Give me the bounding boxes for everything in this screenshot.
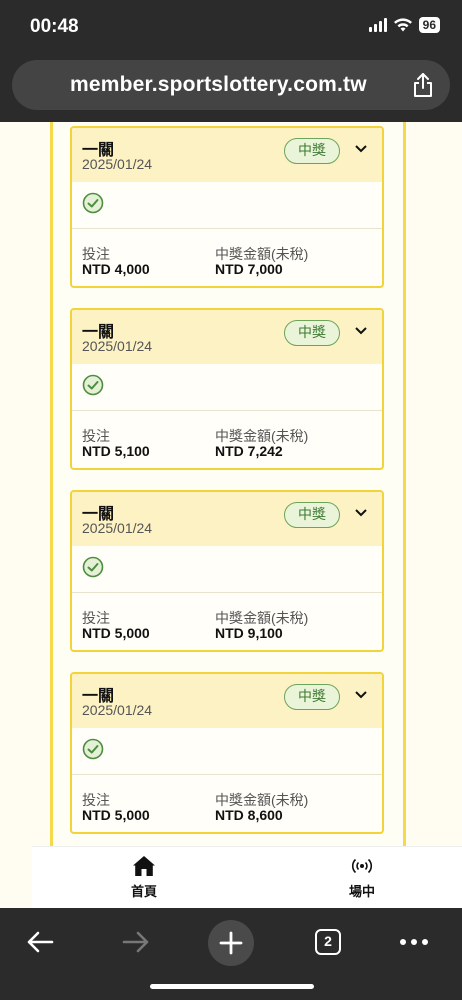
- url-text[interactable]: member.sportslottery.com.tw: [70, 73, 367, 97]
- stake-value: NTD 5,100: [82, 443, 150, 459]
- check-circle-icon: [82, 556, 104, 578]
- wifi-icon: [393, 18, 412, 32]
- address-bar[interactable]: member.sportslottery.com.tw: [12, 60, 450, 110]
- plus-icon: [219, 931, 243, 955]
- nav-home[interactable]: 首頁: [114, 855, 174, 900]
- bet-card[interactable]: 一關 2025/01/24 中獎 投注 NTD 5,000 中獎金額(未稅) N…: [70, 490, 384, 652]
- broadcast-icon: [351, 858, 373, 874]
- home-icon: [133, 856, 155, 876]
- page-content: 一關 2025/01/24 中獎 投注 NTD 4,000 中獎金額(未稅) N…: [0, 122, 462, 908]
- nav-home-label: 首頁: [130, 884, 157, 899]
- bet-card[interactable]: 一關 2025/01/24 中獎 投注 NTD 4,000 中獎金額(未稅) N…: [70, 126, 384, 288]
- win-status-badge: 中獎: [284, 138, 340, 164]
- bet-card-header[interactable]: 一關 2025/01/24 中獎: [72, 310, 382, 364]
- status-bar: 00:48 96: [0, 0, 462, 56]
- back-arrow-icon: [27, 931, 54, 953]
- stake-value: NTD 5,000: [82, 807, 150, 823]
- check-circle-icon: [82, 738, 104, 760]
- divider: [72, 410, 382, 411]
- divider: [72, 592, 382, 593]
- status-time: 00:48: [30, 16, 79, 37]
- back-button[interactable]: [18, 920, 62, 964]
- chevron-down-icon[interactable]: [354, 508, 368, 518]
- signal-icon: [368, 18, 387, 32]
- stake-value: NTD 5,000: [82, 625, 150, 641]
- bet-date: 2025/01/24: [82, 702, 153, 718]
- payout-value: NTD 7,242: [215, 443, 283, 459]
- win-status-badge: 中獎: [284, 502, 340, 528]
- divider: [72, 228, 382, 229]
- check-circle-icon: [82, 192, 104, 214]
- bet-date: 2025/01/24: [82, 338, 153, 354]
- bet-card-header[interactable]: 一關 2025/01/24 中獎: [72, 492, 382, 546]
- bet-card[interactable]: 一關 2025/01/24 中獎 投注 NTD 5,000 中獎金額(未稅) N…: [70, 672, 384, 834]
- chevron-down-icon[interactable]: [354, 326, 368, 336]
- divider: [72, 774, 382, 775]
- payout-value: NTD 8,600: [215, 807, 283, 823]
- payout-value: NTD 9,100: [215, 625, 283, 641]
- bet-card-header[interactable]: 一關 2025/01/24 中獎: [72, 128, 382, 182]
- chevron-down-icon[interactable]: [354, 690, 368, 700]
- bet-date: 2025/01/24: [82, 520, 153, 536]
- battery-indicator: 96: [418, 17, 440, 33]
- check-circle-icon: [82, 374, 104, 396]
- forward-arrow-icon: [122, 931, 149, 953]
- win-status-badge: 中獎: [284, 684, 340, 710]
- address-bar-area: member.sportslottery.com.tw: [0, 56, 462, 122]
- payout-value: NTD 7,000: [215, 261, 283, 277]
- tabs-button[interactable]: 2: [306, 920, 350, 964]
- more-icon: [400, 939, 428, 945]
- status-icons: 96: [368, 17, 440, 33]
- home-indicator: [150, 984, 314, 989]
- new-tab-button[interactable]: [208, 920, 254, 966]
- stake-value: NTD 4,000: [82, 261, 150, 277]
- chevron-down-icon[interactable]: [354, 144, 368, 154]
- forward-button[interactable]: [114, 920, 158, 964]
- nav-live[interactable]: 場中: [332, 855, 392, 900]
- bet-card-header[interactable]: 一關 2025/01/24 中獎: [72, 674, 382, 728]
- bottom-nav: 首頁 場中: [32, 846, 462, 908]
- bet-date: 2025/01/24: [82, 156, 153, 172]
- bet-card[interactable]: 一關 2025/01/24 中獎 投注 NTD 5,100 中獎金額(未稅) N…: [70, 308, 384, 470]
- tab-count: 2: [315, 929, 341, 955]
- nav-live-label: 場中: [348, 884, 375, 899]
- more-button[interactable]: [392, 920, 436, 964]
- share-icon[interactable]: [412, 72, 434, 98]
- win-status-badge: 中獎: [284, 320, 340, 346]
